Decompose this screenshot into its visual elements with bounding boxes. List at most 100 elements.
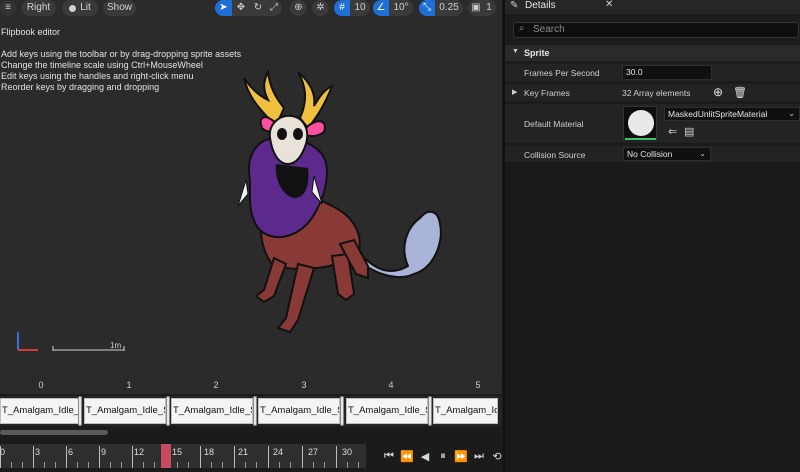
keyframe-index: 2 [213, 380, 219, 390]
keyframe-index: 3 [301, 380, 307, 390]
rotation-snap-value[interactable]: 10° [390, 0, 412, 16]
grid-snap-icon[interactable]: # [334, 0, 350, 16]
trash-icon[interactable]: 🗑 [733, 86, 747, 99]
details-title: Details [525, 0, 556, 11]
flipbook-editor: ≡ Right Lit Show ➤ ✥ ↻ ⤢ ⊕ ✲ # 10 ∠ 10° … [0, 0, 800, 472]
ruler-label: 30 [342, 447, 353, 457]
default-material-label: Default Material [524, 119, 584, 129]
key-frames-label: Key Frames [524, 88, 570, 98]
scale-snap-value[interactable]: 0.25 [436, 0, 462, 16]
step-back-icon[interactable]: ⏪ [398, 446, 416, 466]
sprite-preview-creature [237, 68, 442, 334]
ruler-label: 6 [68, 447, 74, 457]
material-thumbnail[interactable] [623, 106, 657, 140]
timeline-horizontal-scrollbar[interactable] [0, 430, 108, 435]
surface-snap-icon[interactable]: ✲ [312, 0, 329, 16]
help-line: Add keys using the toolbar or by drag-dr… [1, 49, 242, 59]
ruler-label: 0 [0, 447, 6, 457]
section-sprite-label: Sprite [524, 48, 550, 58]
keyframe-resize-handle[interactable] [340, 396, 344, 426]
property-row-key-frames: ▶ Key Frames 32 Array elements ⊕ 🗑 [505, 84, 800, 102]
close-icon[interactable]: ✕ [605, 0, 613, 10]
keyframe-resize-handle[interactable] [78, 396, 82, 426]
viewport-title: Flipbook editor [1, 27, 61, 37]
keyframe-tile[interactable]: T_Amalgam_Idle_Sprite [258, 398, 340, 424]
ruler-label: 9 [101, 447, 107, 457]
scale-snap-icon[interactable]: ⤡ [419, 0, 435, 16]
ruler-label: 3 [35, 447, 41, 457]
fps-field[interactable]: 30.0 [622, 65, 712, 80]
scale-label: 1m [110, 341, 122, 350]
help-line: Edit keys using the handles and right-cl… [1, 71, 194, 81]
keyframe-tile[interactable]: T_Amalgam_Idle_Sprite [171, 398, 253, 424]
details-panel: ✎ Details ✕ ⌕ Search ▼ Sprite Frames Per… [503, 0, 800, 472]
chevron-right-icon[interactable]: ▶ [512, 88, 517, 96]
keyframe-index-row: 0 1 2 3 4 5 [0, 378, 502, 394]
material-dropdown[interactable]: MaskedUnlitSpriteMaterial ⌄ [664, 107, 800, 121]
chevron-down-icon: ⌄ [699, 149, 706, 158]
view-mode-button[interactable]: Right [21, 0, 56, 16]
keyframe-index: 1 [126, 380, 132, 390]
keyframe-track: T_Amalgam_Idle_Sprite T_Amalgam_Idle_Spr… [0, 396, 502, 426]
viewport[interactable]: ≡ Right Lit Show ➤ ✥ ↻ ⤢ ⊕ ✲ # 10 ∠ 10° … [0, 0, 502, 378]
collision-source-dropdown[interactable]: No Collision ⌄ [623, 147, 711, 161]
keyframe-resize-handle[interactable] [253, 396, 257, 426]
rotation-snap-icon[interactable]: ∠ [373, 0, 389, 16]
property-row-collision: Collision Source No Collision ⌄ [505, 146, 800, 163]
keyframe-tile[interactable]: T_Amalgam_Idle_Sprite [346, 398, 428, 424]
playhead[interactable] [161, 444, 171, 468]
translate-tool-icon[interactable]: ✥ [233, 0, 249, 16]
keyframe-tile[interactable]: T_Amalgam_Idle_Sprite [433, 398, 498, 424]
property-row-default-material: Default Material MaskedUnlitSpriteMateri… [505, 104, 800, 144]
view-mode-label: Right [26, 2, 51, 13]
add-element-icon[interactable]: ⊕ [713, 85, 723, 99]
keyframe-resize-handle[interactable] [166, 396, 170, 426]
camera-icon[interactable]: ▣ [469, 0, 483, 16]
details-empty-area [505, 163, 800, 472]
key-frames-count: 32 Array elements [622, 88, 691, 98]
world-space-icon[interactable]: ⊕ [290, 0, 307, 16]
select-tool-icon[interactable]: ➤ [215, 0, 232, 16]
keyframe-index: 5 [475, 380, 481, 390]
keyframe-tile[interactable]: T_Amalgam_Idle_Sprite [0, 398, 79, 424]
ruler-label: 15 [172, 447, 183, 457]
browse-asset-icon[interactable]: ▤ [684, 125, 694, 138]
camera-speed-value[interactable]: 1 [483, 0, 495, 16]
collision-source-value: No Collision [627, 149, 673, 159]
ruler-label: 12 [134, 447, 145, 457]
search-icon: ⌕ [519, 23, 525, 34]
help-line: Reorder keys by dragging and dropping [1, 82, 160, 92]
skip-to-start-icon[interactable]: ⏮ [380, 446, 398, 466]
show-label: Show [106, 2, 132, 13]
search-placeholder: Search [533, 24, 565, 35]
frame-ruler[interactable]: 0 3 6 9 12 15 18 21 24 27 30 [0, 444, 366, 468]
skip-to-end-icon[interactable]: ⏭ [470, 446, 488, 466]
grid-snap-value[interactable]: 10 [351, 0, 369, 16]
step-forward-icon[interactable]: ⏩ [452, 446, 470, 466]
details-tab-icon: ✎ [510, 0, 519, 11]
chevron-down-icon: ▼ [512, 48, 519, 55]
pause-icon[interactable]: ⏸ [434, 446, 452, 466]
use-selected-asset-icon[interactable]: ⇐ [668, 125, 677, 138]
hamburger-menu-icon[interactable]: ≡ [0, 0, 16, 16]
keyframe-tile[interactable]: T_Amalgam_Idle_Sprite [84, 398, 166, 424]
flipbook-timeline: 0 1 2 3 4 5 T_Amalgam_Idle_Sprite T_Amal… [0, 378, 502, 472]
keyframe-index: 0 [38, 380, 44, 390]
lighting-mode-button[interactable]: Lit [62, 0, 98, 16]
keyframe-index: 4 [388, 380, 394, 390]
help-line: Change the timeline scale using Ctrl+Mou… [1, 60, 203, 70]
lit-sphere-icon [69, 4, 77, 12]
material-dropdown-value: MaskedUnlitSpriteMaterial [668, 109, 768, 119]
chevron-down-icon: ⌄ [788, 109, 795, 118]
transport-controls: ⏮ ⏪ ◀ ⏸ ⏩ ⏭ ⟲ [380, 446, 506, 466]
material-type-bar [625, 138, 656, 140]
scale-tool-icon[interactable]: ⤢ [266, 0, 282, 16]
keyframe-resize-handle[interactable] [428, 396, 432, 426]
details-tab[interactable]: ✎ Details ✕ [505, 0, 800, 14]
play-reverse-icon[interactable]: ◀ [416, 446, 434, 466]
collision-source-label: Collision Source [524, 150, 586, 160]
show-button[interactable]: Show [103, 0, 136, 16]
ruler-label: 24 [273, 447, 284, 457]
ruler-label: 27 [308, 447, 319, 457]
rotate-tool-icon[interactable]: ↻ [250, 0, 266, 16]
